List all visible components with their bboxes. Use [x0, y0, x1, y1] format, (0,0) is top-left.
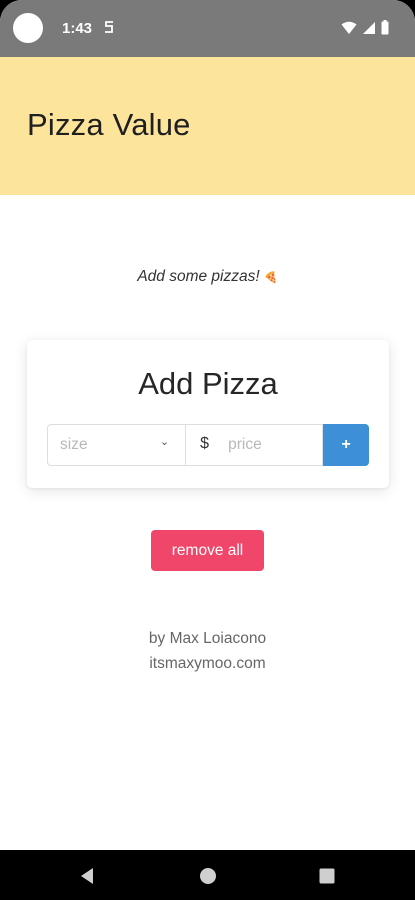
battery-icon — [381, 20, 389, 35]
price-input[interactable]: $ price — [185, 424, 324, 466]
system-nav-bar — [0, 850, 415, 900]
recents-icon[interactable] — [316, 865, 338, 887]
status-bar: 1:43 — [0, 0, 415, 57]
add-pizza-button[interactable]: + — [323, 424, 369, 466]
camera-cutout — [13, 13, 43, 43]
chevron-down-icon: ⌄ — [159, 436, 170, 448]
notification-icon — [103, 20, 115, 34]
pizza-input-row: size ⌄ $ price + — [47, 424, 369, 466]
footer: by Max Loiacono itsmaxymoo.com — [0, 626, 415, 676]
status-icons — [341, 20, 389, 35]
home-icon[interactable] — [197, 865, 219, 887]
remove-all-button[interactable]: remove all — [151, 530, 264, 571]
currency-symbol: $ — [200, 435, 210, 452]
wifi-icon — [341, 21, 357, 35]
add-pizza-card: Add Pizza size ⌄ $ price + — [27, 340, 389, 488]
card-title: Add Pizza — [138, 366, 278, 401]
back-icon[interactable] — [76, 865, 98, 887]
status-time: 1:43 — [62, 20, 93, 37]
empty-state-text: Add some pizzas! — [137, 268, 260, 285]
cellular-signal-icon — [362, 21, 376, 35]
size-select[interactable]: size ⌄ — [47, 424, 186, 466]
author-credit: by Max Loiacono — [148, 630, 267, 647]
app-header: Pizza Value — [0, 57, 415, 195]
price-placeholder: price — [228, 436, 262, 453]
page-title: Pizza Value — [27, 107, 191, 142]
app-screen: 1:43 Pizza Value Add some pizzas! 🍕 Add … — [0, 0, 415, 900]
empty-state-message: Add some pizzas! 🍕 — [0, 268, 415, 286]
website-link[interactable]: itsmaxymoo.com — [0, 651, 415, 676]
pizza-emoji-icon: 🍕 — [263, 272, 278, 284]
size-placeholder: size — [60, 436, 88, 453]
